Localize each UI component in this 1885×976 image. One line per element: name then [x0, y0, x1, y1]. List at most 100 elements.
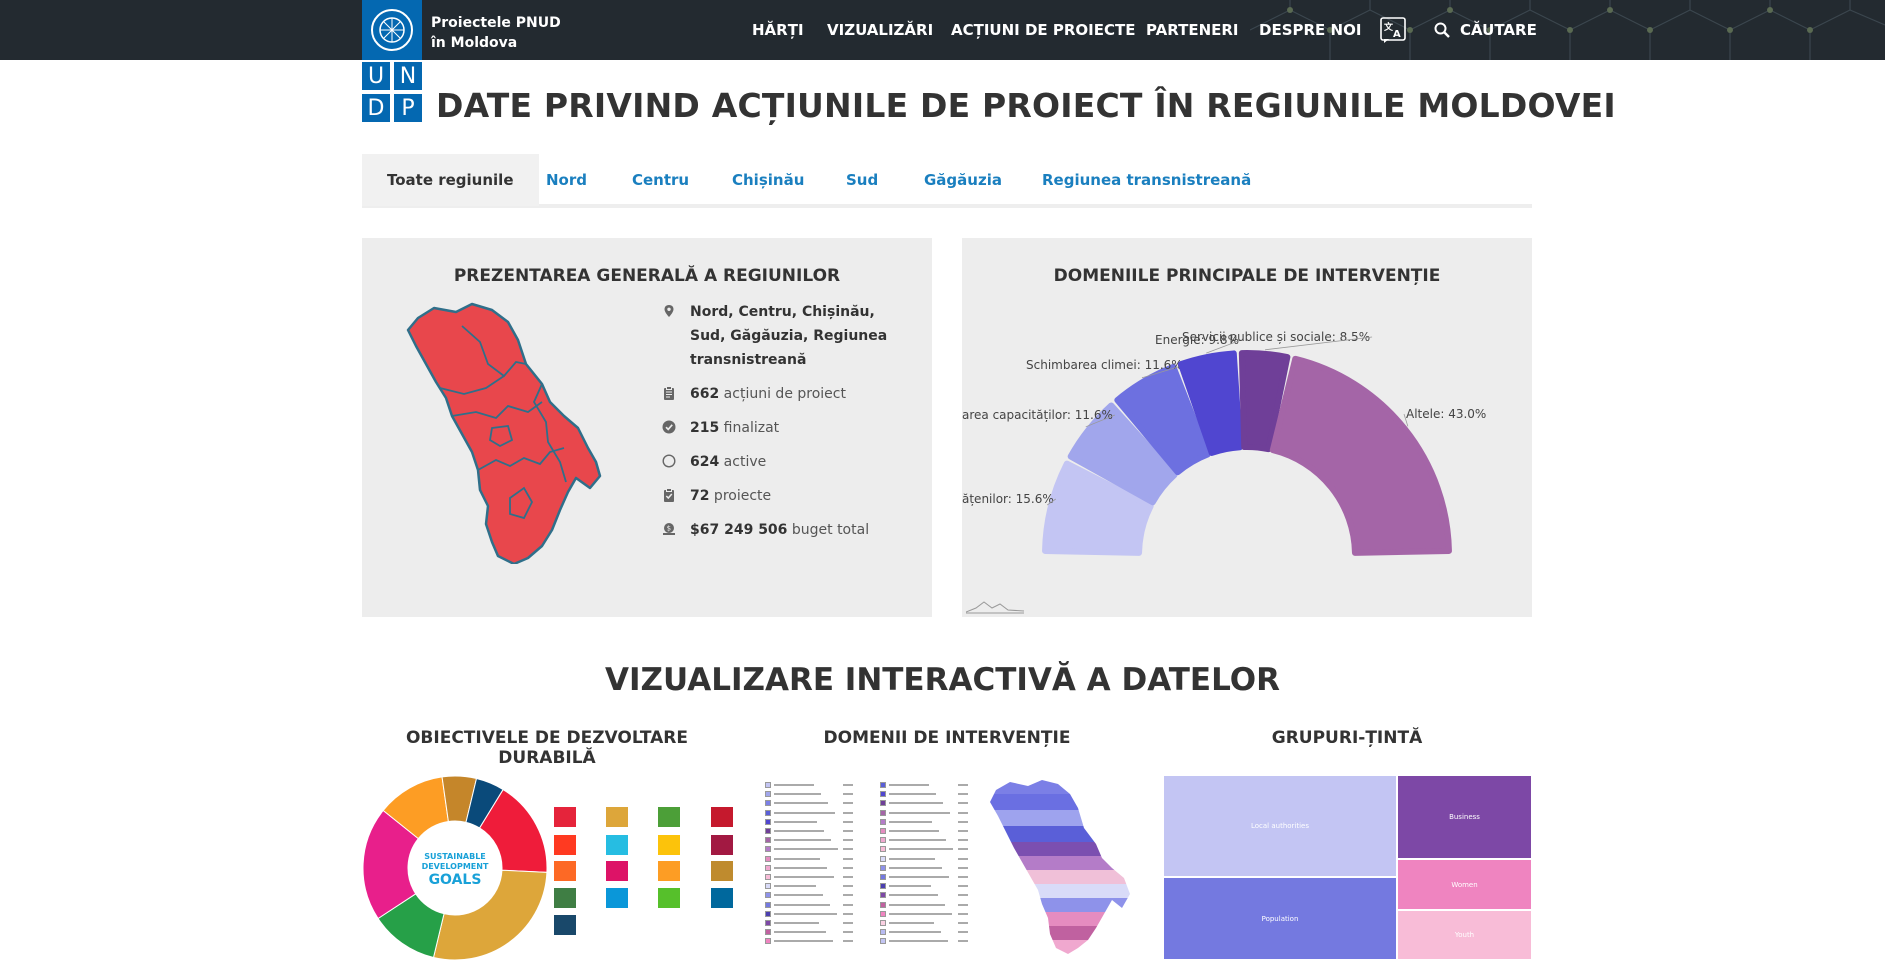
sdg-goal-icon[interactable]: [658, 861, 680, 881]
legend-row[interactable]: [880, 874, 968, 880]
legend-row[interactable]: [765, 910, 853, 917]
treemap-cell-population[interactable]: Population: [1164, 878, 1396, 959]
sdg-goal-icon[interactable]: [606, 888, 628, 908]
sdg-goal-icon[interactable]: [711, 835, 733, 855]
treemap-cell-youth[interactable]: Youth: [1398, 911, 1531, 959]
legend-row[interactable]: [880, 809, 968, 816]
tab-sud[interactable]: Sud: [846, 154, 878, 206]
stat-actions-label: acțiuni de proiect: [719, 386, 846, 402]
sdg-goal-icon[interactable]: [711, 807, 733, 827]
legend-row[interactable]: [880, 901, 968, 908]
legend-row[interactable]: [765, 800, 853, 807]
legend-row[interactable]: [765, 864, 853, 871]
nav-despre-label: DESPRE NOI: [1259, 21, 1362, 39]
sdg-goal-icon[interactable]: [658, 888, 680, 908]
sdg-goal-icon[interactable]: [711, 888, 733, 908]
nav-item-harti[interactable]: HĂRȚI: [752, 0, 804, 60]
legend-text-line: [774, 811, 835, 814]
legend-row[interactable]: [765, 828, 853, 834]
legend-row[interactable]: [880, 837, 968, 844]
legend-value-line: [958, 784, 968, 786]
legend-row[interactable]: [880, 791, 968, 798]
legend-row[interactable]: [880, 846, 968, 853]
treemap-cell-women[interactable]: Women: [1398, 860, 1531, 909]
legend-value-line: [843, 931, 853, 934]
domain-slice-5[interactable]: [1269, 355, 1452, 556]
legend-row[interactable]: [880, 864, 968, 871]
domains-striped-map[interactable]: [984, 778, 1132, 956]
legend-row[interactable]: [765, 892, 853, 899]
legend-text-line: [774, 940, 833, 943]
nav-item-despre[interactable]: DESPRE NOI: [1259, 0, 1361, 60]
sdg-goal-icon[interactable]: [658, 807, 680, 827]
legend-value-line: [958, 876, 968, 878]
sdg-goal-icon[interactable]: [554, 861, 576, 881]
sdg-goal-icon[interactable]: [554, 888, 576, 908]
treemap-cell-business[interactable]: Business: [1398, 776, 1531, 858]
legend-row[interactable]: [765, 837, 853, 844]
legend-row[interactable]: [880, 883, 968, 890]
legend-text-line: [774, 820, 817, 823]
sdg-goal-icon[interactable]: [554, 807, 576, 827]
legend-row[interactable]: [765, 929, 853, 936]
legend-swatch: [765, 782, 771, 788]
tab-toate-regiunile[interactable]: Toate regiunile: [362, 154, 539, 206]
legend-value-line: [843, 784, 853, 786]
legend-row[interactable]: [765, 782, 853, 788]
legend-row[interactable]: [765, 938, 853, 945]
sdg-goal-icon[interactable]: [606, 861, 628, 881]
legend-row[interactable]: [880, 929, 968, 936]
legend-row[interactable]: [880, 800, 968, 807]
legend-row[interactable]: [765, 846, 853, 853]
legend-text-line: [774, 802, 828, 805]
legend-row[interactable]: [880, 828, 968, 834]
domains-half-donut-chart[interactable]: ățenilor: 15.6% area capacităților: 11.6%…: [962, 238, 1532, 617]
tab-nord[interactable]: Nord: [546, 154, 587, 206]
legend-row[interactable]: [765, 920, 853, 926]
stat-projects: 72 proiecte: [662, 484, 902, 508]
svg-text:$: $: [667, 525, 671, 533]
nav-item-actiuni[interactable]: ACȚIUNI DE PROIECTE: [951, 0, 1136, 60]
legend-text-line: [889, 848, 953, 851]
translate-icon: 文 A: [1380, 17, 1406, 43]
search-button[interactable]: CĂUTARE: [1434, 0, 1537, 60]
nav-item-vizualizari[interactable]: VIZUALIZĂRI: [827, 0, 933, 60]
legend-row[interactable]: [765, 818, 853, 825]
tab-gagauzia[interactable]: Găgăuzia: [924, 154, 1002, 206]
legend-text-line: [774, 784, 814, 786]
legend-value-line: [958, 793, 968, 796]
tab-centru[interactable]: Centru: [632, 154, 689, 206]
un-emblem-icon: [371, 9, 413, 51]
sdg-goal-icon[interactable]: [606, 835, 628, 855]
brand-title[interactable]: Proiectele PNUD în Moldova: [431, 13, 561, 53]
legend-row[interactable]: [765, 883, 853, 890]
undp-letter-d: D: [362, 94, 390, 122]
legend-row[interactable]: [880, 920, 968, 926]
moldova-map[interactable]: [400, 302, 612, 564]
nav-item-parteneri[interactable]: PARTENERI: [1146, 0, 1239, 60]
legend-row[interactable]: [880, 818, 968, 825]
legend-row[interactable]: [880, 938, 968, 945]
legend-row[interactable]: [765, 791, 853, 798]
sdg-goal-icon[interactable]: [606, 807, 628, 827]
tab-chisinau[interactable]: Chișinău: [732, 154, 804, 206]
legend-row[interactable]: [765, 874, 853, 880]
stat-completed-label: finalizat: [719, 420, 780, 436]
language-button[interactable]: 文 A: [1380, 0, 1406, 60]
treemap-cell-local-authorities[interactable]: Local authorities: [1164, 776, 1396, 876]
legend-row[interactable]: [765, 809, 853, 816]
sdg-goal-icon[interactable]: [711, 861, 733, 881]
sdg-goal-icon[interactable]: [554, 915, 576, 935]
stat-projects-label: proiecte: [709, 488, 772, 504]
legend-row[interactable]: [765, 855, 853, 862]
legend-row[interactable]: [880, 910, 968, 917]
legend-row[interactable]: [880, 782, 968, 788]
undp-emblem-logo[interactable]: [362, 0, 422, 60]
legend-row[interactable]: [880, 855, 968, 862]
legend-swatch: [880, 809, 886, 816]
sdg-goal-icon[interactable]: [658, 835, 680, 855]
legend-row[interactable]: [880, 892, 968, 899]
tab-regiunea-transnistreana[interactable]: Regiunea transnistreană: [1042, 154, 1251, 206]
legend-row[interactable]: [765, 901, 853, 908]
sdg-goal-icon[interactable]: [554, 835, 576, 855]
